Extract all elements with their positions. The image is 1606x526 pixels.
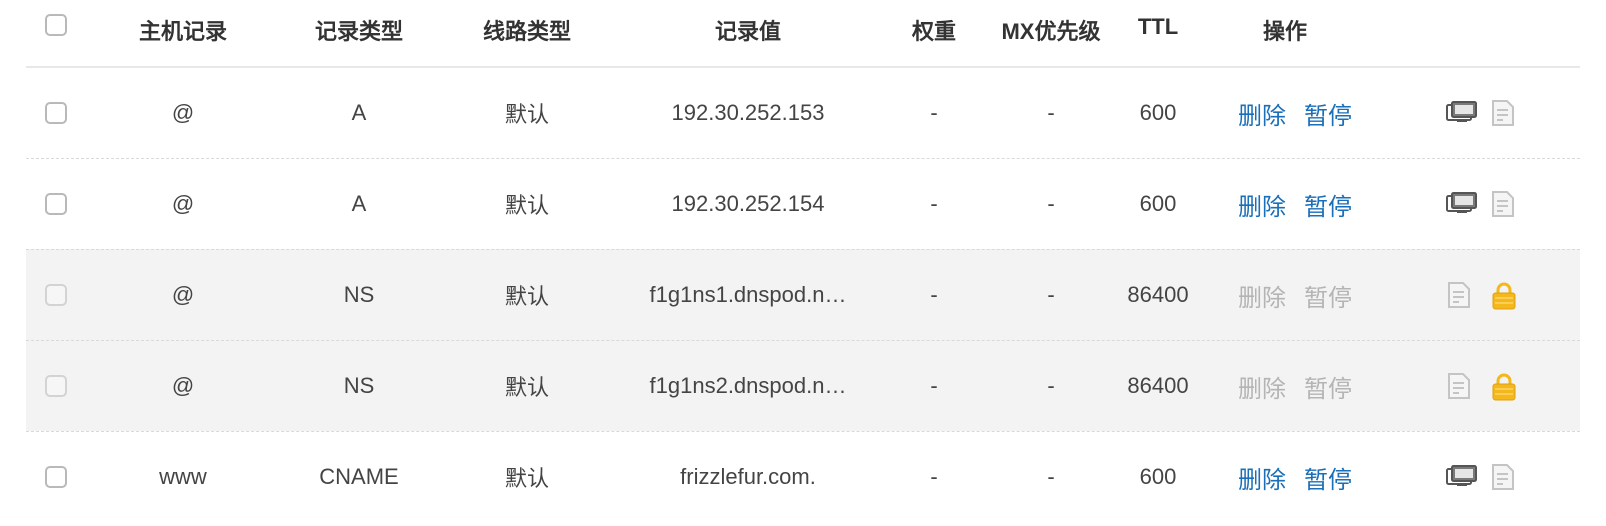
ops-cell: 删除 暂停 [1238,341,1398,431]
ops-cell: 删除 暂停 [1238,432,1398,522]
weight-cell: - [930,373,938,398]
pause-link: 暂停 [1304,284,1352,312]
mx-cell: - [1047,464,1055,489]
select-all-checkbox[interactable] [45,14,67,36]
host-cell: @ [171,191,195,216]
weight-cell: - [930,464,938,489]
pause-link: 暂停 [1304,375,1352,403]
type-cell: NS [343,373,375,398]
lock-icon [1490,372,1520,401]
ops-cell: 删除 暂停 [1238,250,1398,340]
ops-cell: 删除 暂停 [1238,68,1398,158]
table-row: @ A 默认 192.30.252.153 - - 600 删除 暂停 [26,68,1580,158]
line-cell: 默认 [504,193,549,218]
mx-cell: - [1047,373,1055,398]
mx-cell: - [1047,191,1055,216]
header-mx: MX优先级 [1001,19,1101,44]
header-value: 记录值 [714,19,781,44]
row-checkbox[interactable] [45,193,67,215]
host-cell: @ [171,100,195,125]
table-row: @ NS 默认 f1g1ns1.dnspod.n… - - 86400 删除 暂… [26,249,1580,340]
table-row: @ A 默认 192.30.252.154 - - 600 删除 暂停 [26,158,1580,249]
dns-records-table: 主机记录 记录类型 线路类型 记录值 权重 MX优先级 TTL 操作 @ A 默… [26,0,1580,522]
ttl-cell: 600 [1139,191,1177,216]
icons-cell [1428,432,1528,522]
header-line: 线路类型 [482,19,571,44]
row-checkbox[interactable] [45,102,67,124]
row-checkbox-cell [26,250,86,340]
row-checkbox-cell [26,432,86,522]
row-checkbox-cell [26,68,86,158]
type-cell: A [351,191,367,216]
line-cell: 默认 [504,284,549,309]
delete-link[interactable]: 删除 [1238,187,1286,222]
type-cell: A [351,100,367,125]
row-checkbox [45,284,67,306]
host-cell: @ [171,282,195,307]
value-cell: f1g1ns2.dnspod.n… [649,373,847,398]
row-checkbox-cell [26,341,86,431]
type-cell: NS [343,282,375,307]
delete-link: 删除 [1238,284,1286,312]
value-cell: f1g1ns1.dnspod.n… [649,282,847,307]
monitor-icon[interactable] [1446,463,1477,491]
value-cell: frizzlefur.com. [680,464,816,489]
note-icon [1446,281,1476,309]
pause-link[interactable]: 暂停 [1304,187,1352,222]
header-checkbox-cell [26,0,86,66]
ttl-cell: 86400 [1127,373,1189,398]
delete-link: 删除 [1238,375,1286,403]
table-row: @ NS 默认 f1g1ns2.dnspod.n… - - 86400 删除 暂… [26,340,1580,431]
delete-link[interactable]: 删除 [1238,460,1286,495]
header-ops: 操作 [1262,19,1307,44]
value-cell: 192.30.252.154 [671,191,825,216]
line-cell: 默认 [504,466,549,491]
mx-cell: - [1047,100,1055,125]
table-row: www CNAME 默认 frizzlefur.com. - - 600 删除 … [26,431,1580,522]
ops-cell: 删除 暂停 [1238,159,1398,249]
header-ttl: TTL [1137,14,1179,39]
header-type: 记录类型 [314,19,403,44]
pause-link[interactable]: 暂停 [1304,96,1352,131]
note-icon[interactable] [1490,99,1520,127]
icons-cell [1428,68,1528,158]
ttl-cell: 600 [1139,464,1177,489]
value-cell: 192.30.252.153 [671,100,825,125]
icons-cell [1428,341,1528,431]
header-weight: 权重 [911,19,956,44]
icons-cell [1428,159,1528,249]
line-cell: 默认 [504,375,549,400]
monitor-icon[interactable] [1446,99,1477,127]
delete-link[interactable]: 删除 [1238,96,1286,131]
row-checkbox[interactable] [45,466,67,488]
ttl-cell: 600 [1139,100,1177,125]
weight-cell: - [930,282,938,307]
line-cell: 默认 [504,102,549,127]
pause-link[interactable]: 暂停 [1304,460,1352,495]
header-host: 主机记录 [138,19,227,44]
icons-cell [1428,250,1528,340]
monitor-icon[interactable] [1446,190,1477,218]
note-icon [1446,372,1476,400]
note-icon[interactable] [1490,463,1520,491]
host-cell: @ [171,373,195,398]
row-checkbox-cell [26,159,86,249]
type-cell: CNAME [319,464,399,489]
weight-cell: - [930,191,938,216]
note-icon[interactable] [1490,190,1520,218]
weight-cell: - [930,100,938,125]
table-header: 主机记录 记录类型 线路类型 记录值 权重 MX优先级 TTL 操作 [26,0,1580,68]
row-checkbox [45,375,67,397]
host-cell: www [159,464,207,489]
lock-icon [1490,281,1520,310]
ttl-cell: 86400 [1127,282,1189,307]
mx-cell: - [1047,282,1055,307]
